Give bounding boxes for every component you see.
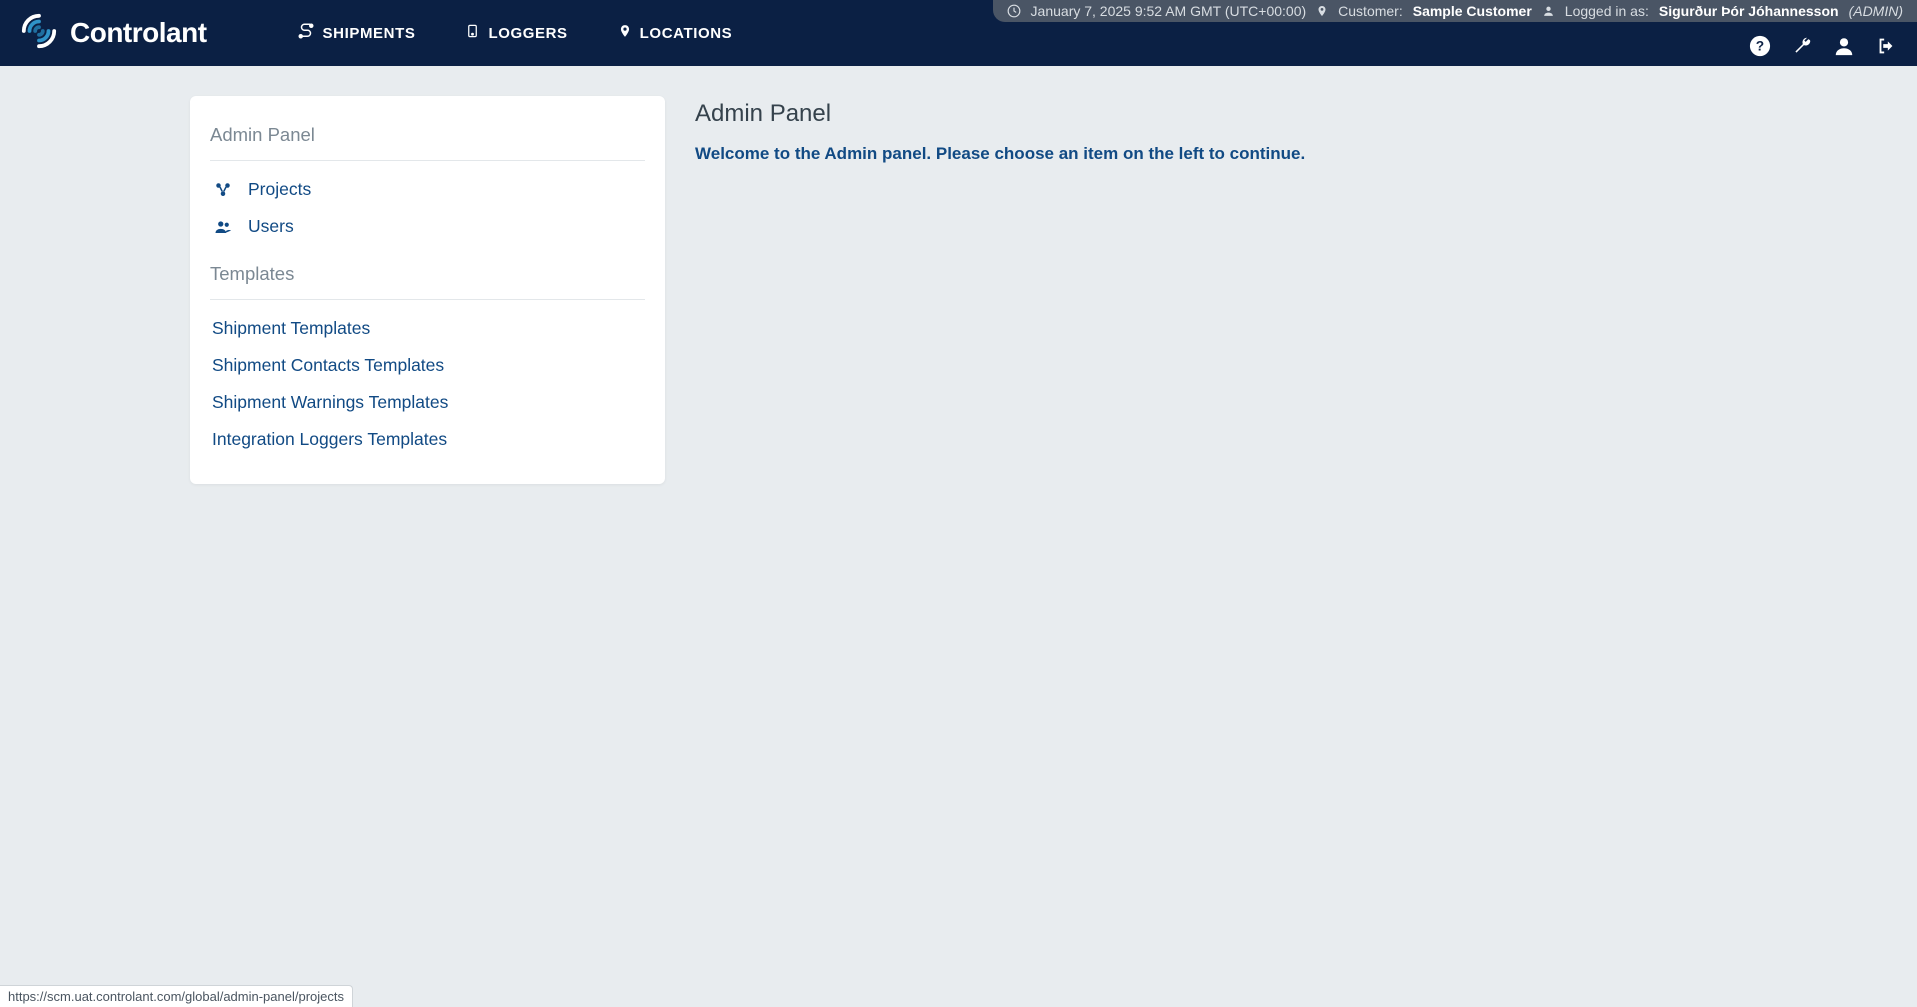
sidebar-item-integration-loggers[interactable]: Integration Loggers Templates (210, 421, 645, 458)
users-icon (212, 218, 234, 236)
pin-icon (1316, 4, 1328, 18)
sidebar-item-shipment-warnings[interactable]: Shipment Warnings Templates (210, 384, 645, 421)
location-icon (618, 22, 632, 44)
sidebar-section-admin: Admin Panel (210, 120, 645, 160)
link-preview: https://scm.uat.controlant.com/global/ad… (0, 985, 353, 1007)
projects-icon (212, 181, 234, 199)
divider (210, 299, 645, 300)
nav-links: SHIPMENTS LOGGERS LOCATIONS (297, 22, 733, 44)
nav-shipments[interactable]: SHIPMENTS (297, 22, 416, 44)
sidebar-item-label: Projects (248, 179, 311, 200)
content: Admin Panel Welcome to the Admin panel. … (695, 96, 1305, 484)
device-icon (465, 22, 480, 44)
user-role: (ADMIN) (1849, 0, 1903, 22)
sidebar-item-label: Users (248, 216, 294, 237)
nav-loggers[interactable]: LOGGERS (465, 22, 567, 44)
divider (210, 160, 645, 161)
nav-right: ? (1749, 35, 1897, 57)
brand-name: Controlant (70, 17, 207, 49)
brand-logo-icon (20, 12, 58, 55)
brand[interactable]: Controlant (20, 12, 207, 55)
status-datetime: January 7, 2025 9:52 AM GMT (UTC+00:00) (1031, 0, 1307, 22)
sidebar: Admin Panel Projects Users Templates Shi… (190, 96, 665, 484)
wrench-icon[interactable] (1791, 35, 1813, 57)
logged-in-label: Logged in as: (1565, 0, 1649, 22)
nav-locations-label: LOCATIONS (640, 25, 733, 42)
nav-shipments-label: SHIPMENTS (323, 25, 416, 42)
main: Admin Panel Projects Users Templates Shi… (0, 66, 1917, 484)
status-strip: January 7, 2025 9:52 AM GMT (UTC+00:00) … (993, 0, 1917, 22)
svg-text:?: ? (1756, 39, 1764, 54)
help-icon[interactable]: ? (1749, 35, 1771, 57)
sidebar-item-users[interactable]: Users (210, 208, 645, 245)
customer-name[interactable]: Sample Customer (1413, 0, 1532, 22)
profile-icon[interactable] (1833, 35, 1855, 57)
page-title: Admin Panel (695, 100, 1305, 128)
sidebar-item-shipment-contacts[interactable]: Shipment Contacts Templates (210, 347, 645, 384)
nav-locations[interactable]: LOCATIONS (618, 22, 733, 44)
customer-label: Customer: (1338, 0, 1403, 22)
navbar: January 7, 2025 9:52 AM GMT (UTC+00:00) … (0, 0, 1917, 66)
logout-icon[interactable] (1875, 35, 1897, 57)
user-icon (1542, 4, 1555, 18)
route-icon (297, 22, 315, 44)
nav-loggers-label: LOGGERS (488, 25, 567, 42)
sidebar-section-templates: Templates (210, 245, 645, 299)
welcome-text: Welcome to the Admin panel. Please choos… (695, 144, 1305, 164)
user-name: Sigurður Þór Jóhannesson (1659, 0, 1839, 22)
sidebar-item-shipment-templates[interactable]: Shipment Templates (210, 310, 645, 347)
clock-icon (1007, 4, 1021, 18)
sidebar-item-projects[interactable]: Projects (210, 171, 645, 208)
